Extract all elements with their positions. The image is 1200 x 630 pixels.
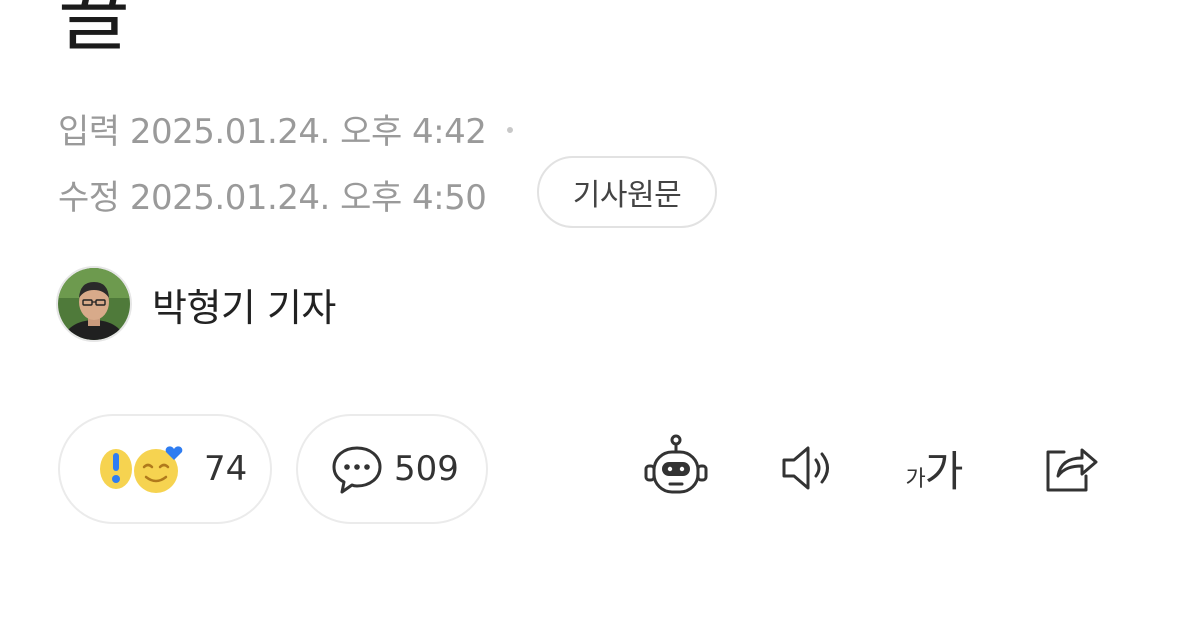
comment-button[interactable]: 509 xyxy=(296,414,488,524)
published-time: 입력 2025.01.24. 오후 4:42 xyxy=(58,104,513,153)
robot-icon xyxy=(644,434,708,494)
summary-bot-button[interactable] xyxy=(636,428,716,508)
article-header: 끌 입력 2025.01.24. 오후 4:42 수정 2025.01.24. … xyxy=(0,0,1200,630)
modified-time: 수정 2025.01.24. 오후 4:50 xyxy=(58,170,487,219)
reporter-avatar[interactable] xyxy=(56,266,132,342)
reaction-button[interactable]: 74 xyxy=(58,414,272,524)
share-button[interactable] xyxy=(1030,428,1110,508)
published-datetime: 2025.01.24. 오후 4:42 xyxy=(129,112,487,152)
reporter-name[interactable]: 박형기 기자 xyxy=(152,277,336,332)
reporter-photo xyxy=(58,268,130,340)
font-size-button[interactable]: 가가 xyxy=(894,428,974,508)
reaction-emoji-icon xyxy=(100,446,183,493)
reaction-count: 74 xyxy=(204,449,248,489)
font-size-large: 가 xyxy=(924,446,964,496)
listen-button[interactable] xyxy=(766,428,846,508)
comment-icon xyxy=(332,446,382,494)
speaker-icon xyxy=(782,446,829,490)
published-label: 입력 xyxy=(58,112,120,152)
comment-count: 509 xyxy=(394,449,459,489)
font-size-small: 가 xyxy=(905,466,926,492)
modified-label: 수정 xyxy=(58,178,120,218)
original-article-button[interactable]: 기사원문 xyxy=(537,156,717,228)
font-size-icon: 가가 xyxy=(905,438,964,499)
reporter[interactable]: 박형기 기자 xyxy=(56,266,336,342)
share-icon xyxy=(1046,448,1098,492)
article-title: 끌 xyxy=(58,0,130,62)
separator-dot xyxy=(506,126,513,133)
modified-datetime: 2025.01.24. 오후 4:50 xyxy=(129,178,487,218)
